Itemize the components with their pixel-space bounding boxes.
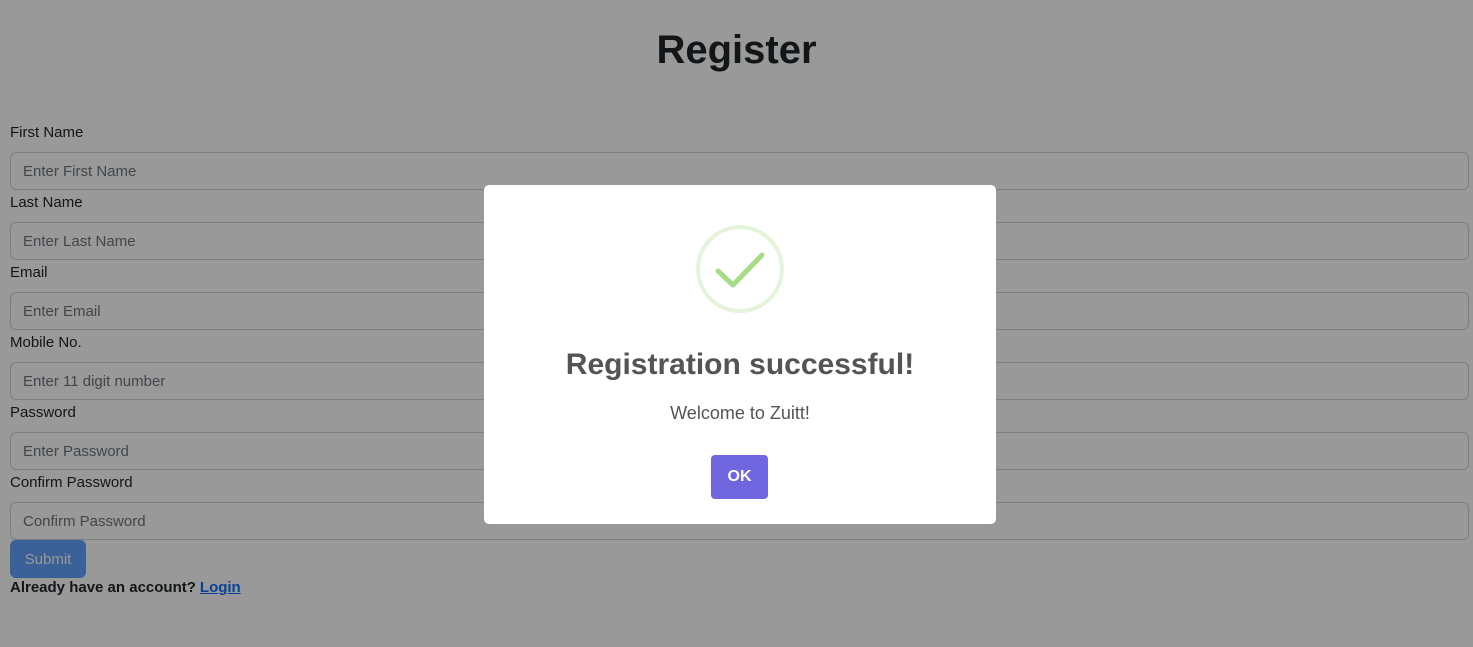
success-modal: Registration successful! Welcome to Zuit… [484, 185, 996, 524]
ok-button[interactable]: OK [711, 455, 768, 499]
modal-message: Welcome to Zuitt! [670, 403, 810, 423]
modal-title: Registration successful! [565, 348, 915, 381]
success-check-icon [696, 225, 784, 313]
